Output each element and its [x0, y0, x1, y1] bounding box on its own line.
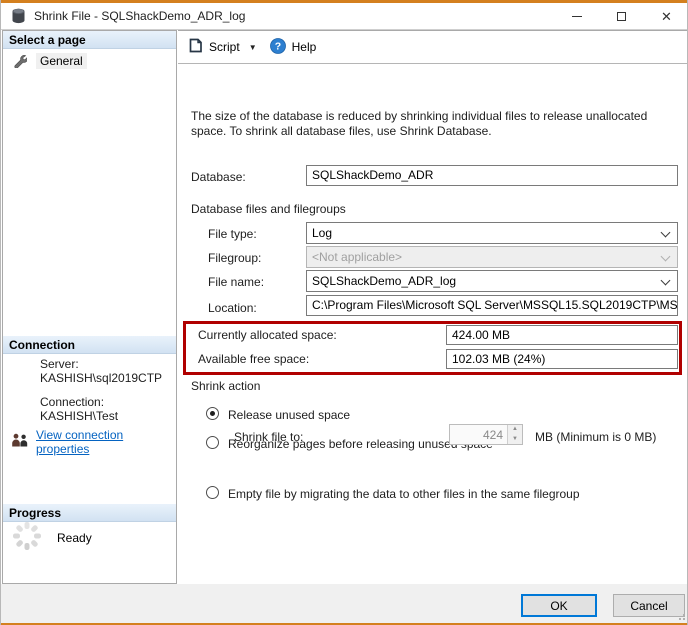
shrink-file-to-label: Shrink file to: [234, 430, 303, 444]
shrink-file-to-spinner: 424 ▲ ▼ [449, 424, 523, 445]
close-icon: ✕ [661, 10, 672, 23]
help-button[interactable]: ? Help [270, 38, 317, 57]
help-icon: ? [270, 38, 286, 57]
file-type-label: File type: [208, 227, 257, 241]
title-bar[interactable]: Shrink File - SQLShackDemo_ADR_log ✕ [1, 3, 688, 29]
free-space-label: Available free space: [198, 352, 309, 366]
script-button[interactable]: Script ▼ [188, 38, 257, 56]
location-field: C:\Program Files\Microsoft SQL Server\MS… [306, 295, 678, 316]
free-space-field: 102.03 MB (24%) [446, 349, 678, 369]
database-icon [11, 8, 26, 24]
main-panel: Script ▼ ? Help The size of the database… [178, 30, 688, 584]
file-type-value: Log [312, 226, 332, 240]
toolbar: Script ▼ ? Help [178, 31, 688, 64]
script-dropdown-icon[interactable]: ▼ [249, 43, 257, 52]
spinner-up-icon[interactable]: ▲ [508, 425, 522, 435]
minimize-button[interactable] [554, 3, 599, 29]
script-button-label: Script [209, 40, 240, 54]
ok-button[interactable]: OK [521, 594, 597, 617]
dialog-description: The size of the database is reduced by s… [191, 109, 681, 139]
svg-text:?: ? [274, 40, 280, 52]
shrink-file-to-suffix: MB (Minimum is 0 MB) [535, 430, 656, 444]
release-unused-space-label: Release unused space [228, 408, 350, 422]
close-button[interactable]: ✕ [644, 3, 688, 29]
connection-properties-icon [11, 433, 29, 451]
wrench-icon [13, 54, 27, 68]
connection-header: Connection [3, 336, 176, 354]
shrink-file-dialog: Shrink File - SQLShackDemo_ADR_log ✕ Sel… [0, 0, 688, 625]
footer-bar: OK Cancel [1, 584, 688, 623]
file-name-label: File name: [208, 275, 264, 289]
release-unused-space-radio[interactable] [206, 407, 219, 420]
dialog-top-accent [1, 0, 688, 3]
spinner-down-icon[interactable]: ▼ [508, 435, 522, 445]
server-value: KASHISH\sql2019CTP [40, 371, 162, 385]
connection-label: Connection: [40, 395, 104, 409]
maximize-button[interactable] [599, 3, 644, 29]
sidebar-item-label: General [36, 53, 87, 69]
database-label: Database: [191, 170, 246, 184]
progress-status: Ready [57, 531, 92, 545]
file-name-value: SQLShackDemo_ADR_log [312, 274, 456, 288]
chevron-down-icon [661, 276, 671, 286]
filegroup-dropdown: <Not applicable> [306, 246, 678, 268]
shrink-file-to-value: 424 [450, 425, 507, 444]
server-label: Server: [40, 357, 79, 371]
location-label: Location: [208, 301, 257, 315]
filegroup-label: Filegroup: [208, 251, 261, 265]
shrink-action-label: Shrink action [191, 379, 260, 393]
spinner-icon [11, 520, 43, 555]
chevron-down-icon [661, 252, 671, 262]
empty-file-radio[interactable] [206, 486, 219, 499]
view-connection-properties-row: View connection properties [11, 428, 176, 456]
allocated-space-label: Currently allocated space: [198, 328, 337, 342]
file-name-dropdown[interactable]: SQLShackDemo_ADR_log [306, 270, 678, 292]
general-page-content: The size of the database is reduced by s… [178, 65, 688, 585]
reorganize-pages-radio[interactable] [206, 436, 219, 449]
window-title: Shrink File - SQLShackDemo_ADR_log [34, 9, 245, 23]
help-button-label: Help [292, 40, 317, 54]
maximize-icon [617, 12, 626, 21]
file-type-dropdown[interactable]: Log [306, 222, 678, 244]
view-connection-properties-link[interactable]: View connection properties [36, 428, 176, 456]
sidebar: Select a page General Connection Server:… [2, 30, 177, 584]
script-icon [188, 38, 203, 56]
minimize-icon [572, 16, 582, 17]
connection-value: KASHISH\Test [40, 409, 118, 423]
files-section-label: Database files and filegroups [191, 202, 346, 216]
resize-grip[interactable] [675, 610, 685, 620]
spinner-arrows: ▲ ▼ [507, 425, 522, 444]
filegroup-value: <Not applicable> [312, 250, 402, 264]
progress-status-row: Ready [11, 520, 92, 555]
chevron-down-icon [661, 228, 671, 238]
allocated-space-field: 424.00 MB [446, 325, 678, 345]
sidebar-item-general[interactable]: General [3, 51, 176, 71]
empty-file-label: Empty file by migrating the data to othe… [228, 487, 580, 501]
select-a-page-header: Select a page [3, 31, 176, 49]
database-field: SQLShackDemo_ADR [306, 165, 678, 186]
